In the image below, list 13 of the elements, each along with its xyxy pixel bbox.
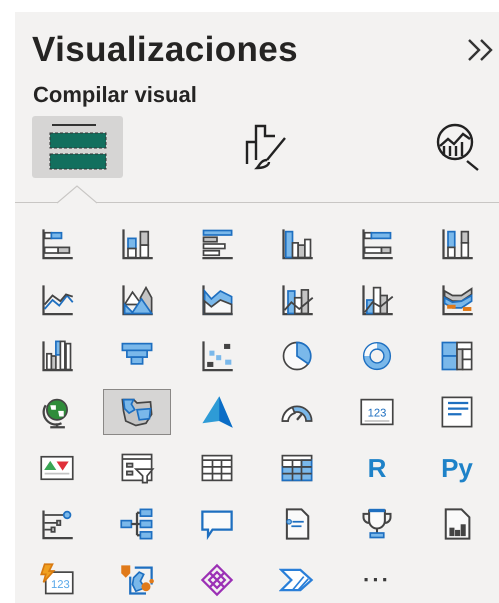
build-tab[interactable]: [32, 116, 123, 178]
more-button[interactable]: ···: [343, 557, 411, 603]
visual-button[interactable]: [103, 389, 171, 435]
visual-button[interactable]: 123: [343, 389, 411, 435]
section-title: Compilar visual: [32, 82, 198, 108]
tree-icon: [119, 506, 155, 542]
visual-button[interactable]: R: [343, 445, 411, 491]
visual-button[interactable]: 123: [23, 557, 91, 603]
visual-button[interactable]: Py: [423, 445, 491, 491]
list-card-icon: [439, 394, 475, 430]
fields-icon: [48, 122, 108, 172]
diamond-icon: [199, 562, 235, 598]
pane-title: Visualizaciones: [32, 30, 298, 70]
